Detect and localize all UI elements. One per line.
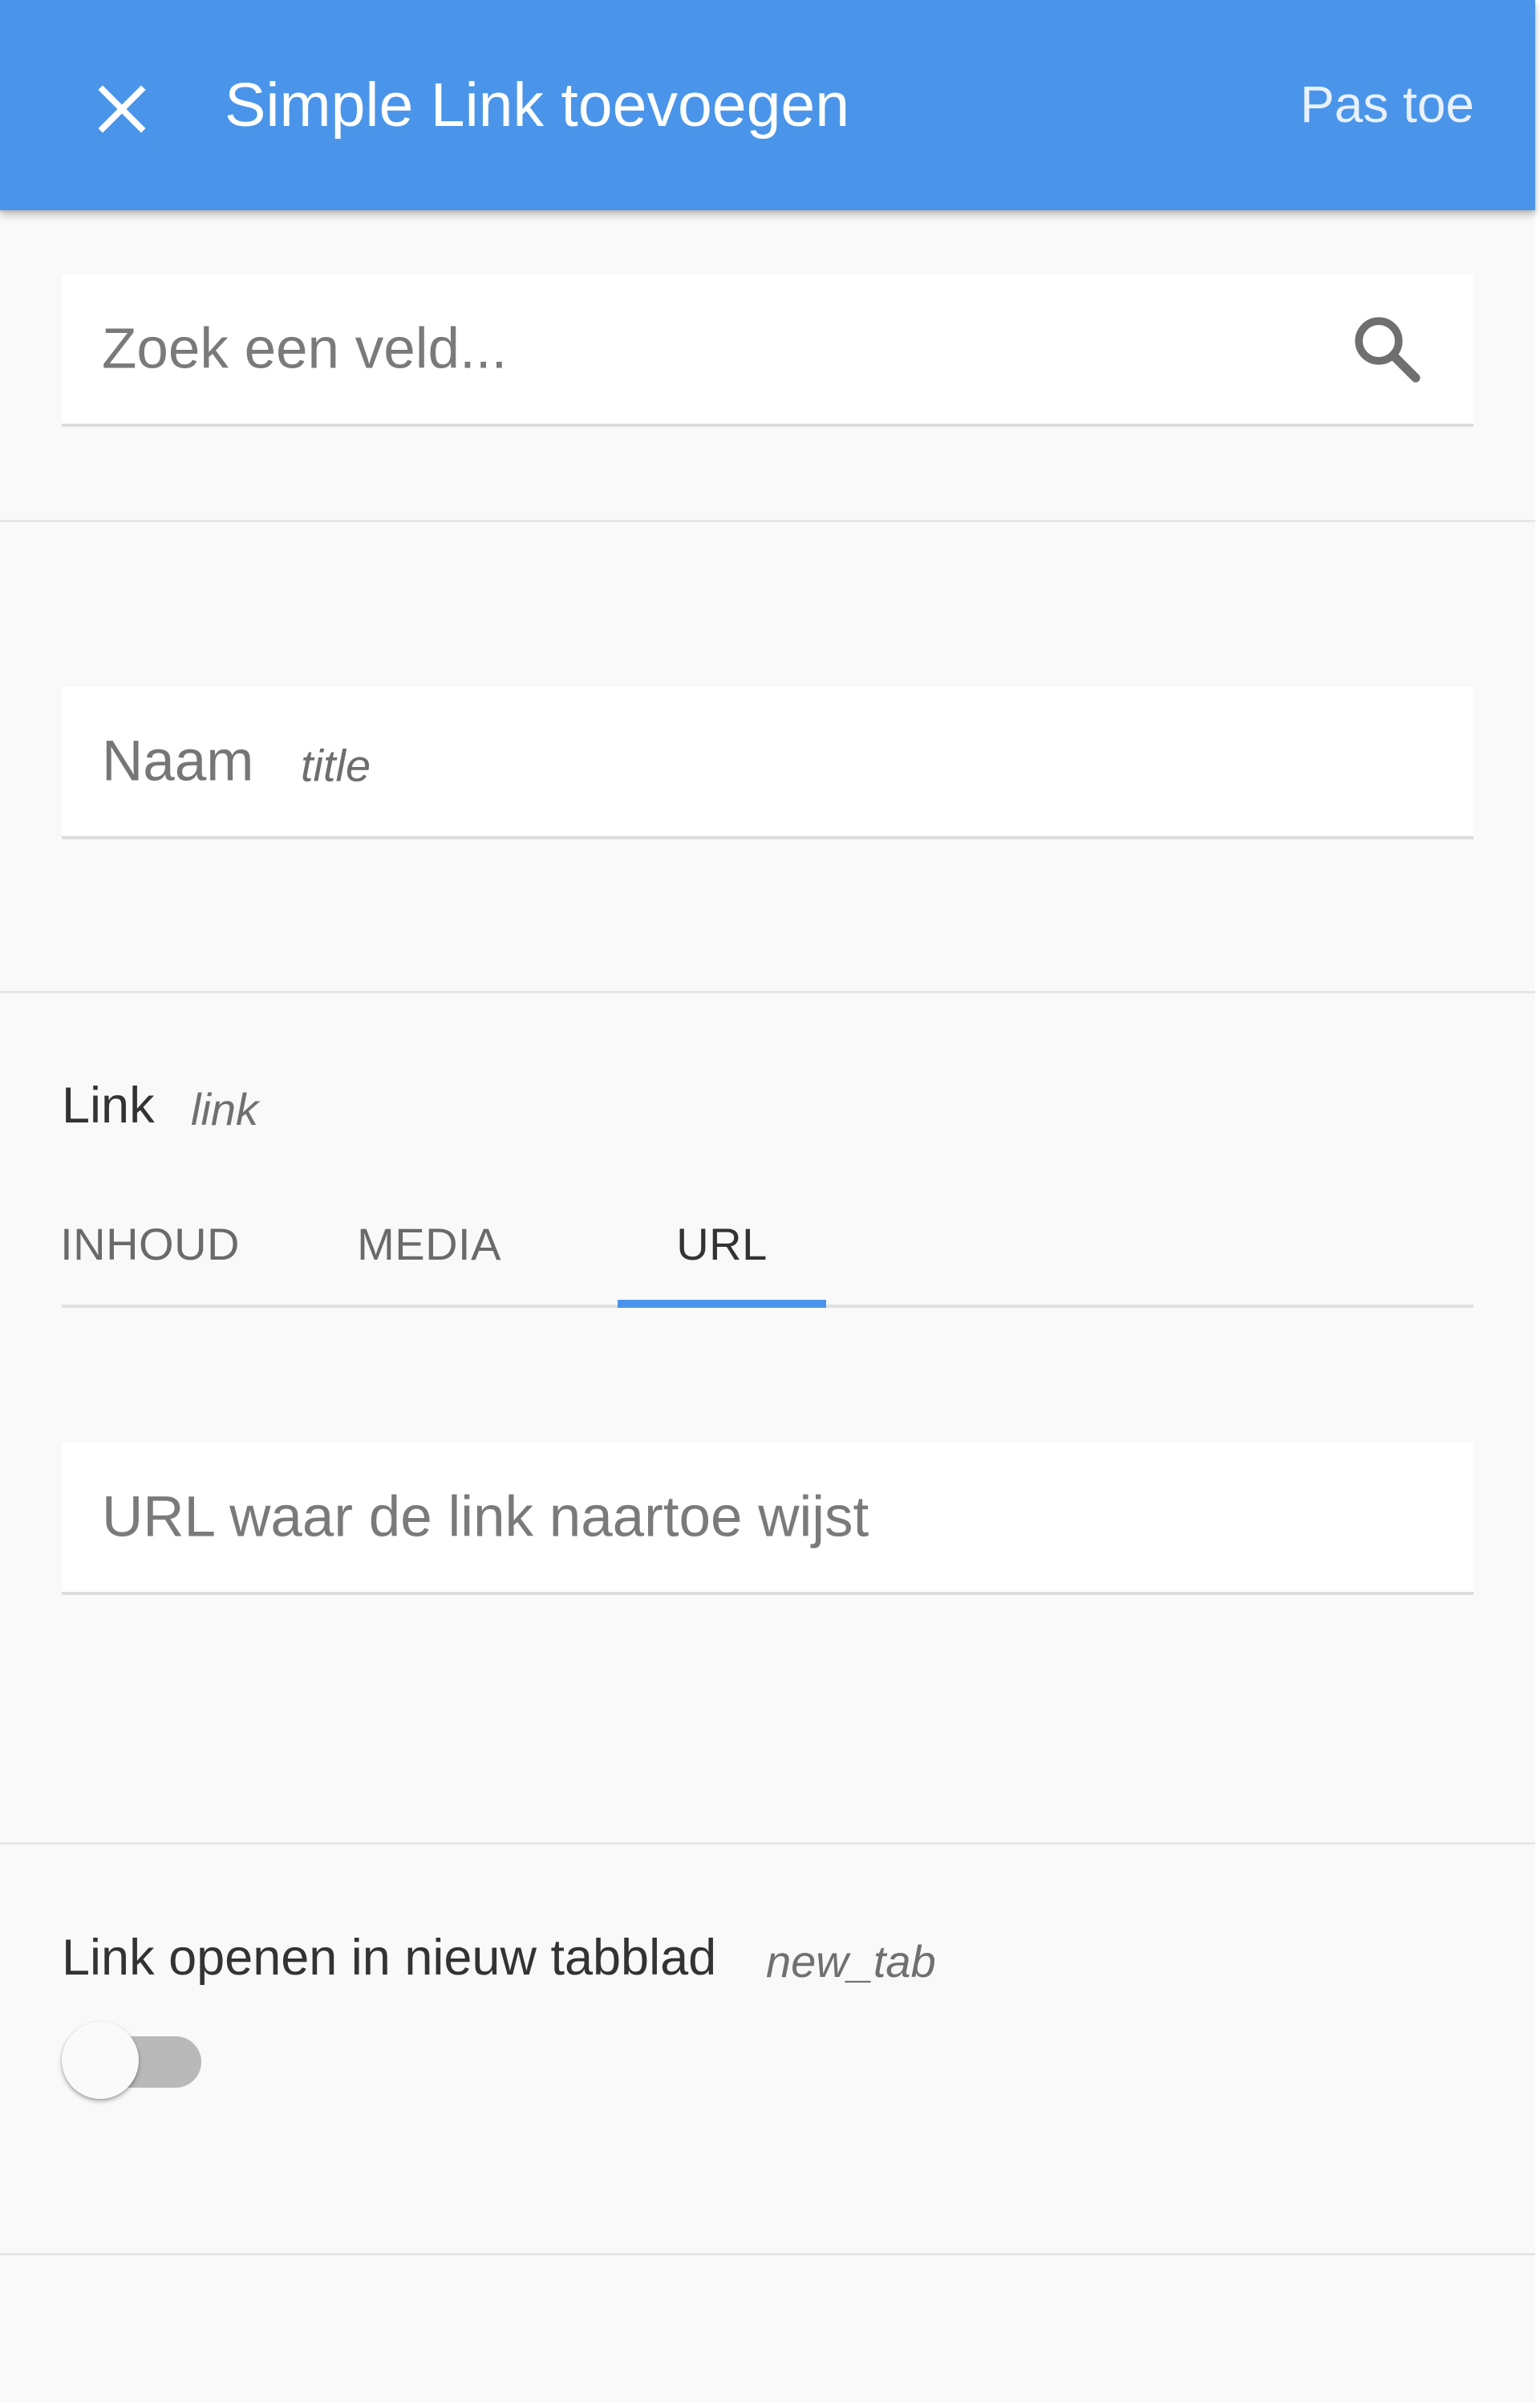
tab-media[interactable]: MEDIA	[342, 1179, 516, 1308]
close-icon	[98, 85, 146, 133]
apply-button[interactable]: Pas toe	[1300, 64, 1474, 144]
section-divider	[0, 520, 1535, 522]
new-tab-key: new_tab	[766, 1936, 936, 1987]
link-dialog: Simple Link toevoegen Pas toe Zoek een v…	[0, 0, 1540, 2403]
dialog-title: Simple Link toevoegen	[225, 71, 850, 140]
section-divider	[0, 1842, 1535, 1845]
link-label: Link	[62, 1078, 155, 1134]
toggle-thumb	[62, 2022, 139, 2099]
naam-field[interactable]: Naam title	[62, 687, 1473, 839]
tab-inhoud[interactable]: INHOUD	[60, 1179, 239, 1308]
active-tab-indicator	[618, 1300, 826, 1308]
tab-url[interactable]: URL	[618, 1179, 826, 1308]
window-edge	[1535, 0, 1540, 2403]
link-key: link	[191, 1084, 259, 1135]
section-divider	[0, 2253, 1535, 2255]
new-tab-toggle[interactable]	[62, 2019, 201, 2099]
section-divider	[0, 991, 1535, 993]
naam-key: title	[301, 740, 371, 791]
close-button[interactable]	[77, 64, 167, 154]
new-tab-label: Link openen in nieuw tabblad	[62, 1930, 717, 1986]
url-input[interactable]: URL waar de link naartoe wijst	[102, 1485, 869, 1550]
search-icon[interactable]	[1348, 311, 1425, 388]
search-field[interactable]: Zoek een veld...	[62, 274, 1473, 427]
url-field[interactable]: URL waar de link naartoe wijst	[62, 1443, 1473, 1595]
search-input[interactable]: Zoek een veld...	[102, 317, 507, 382]
link-type-tabs: INHOUD MEDIA URL	[60, 1179, 1473, 1308]
naam-label: Naam	[102, 729, 254, 794]
dialog-header: Simple Link toevoegen Pas toe	[0, 0, 1535, 210]
